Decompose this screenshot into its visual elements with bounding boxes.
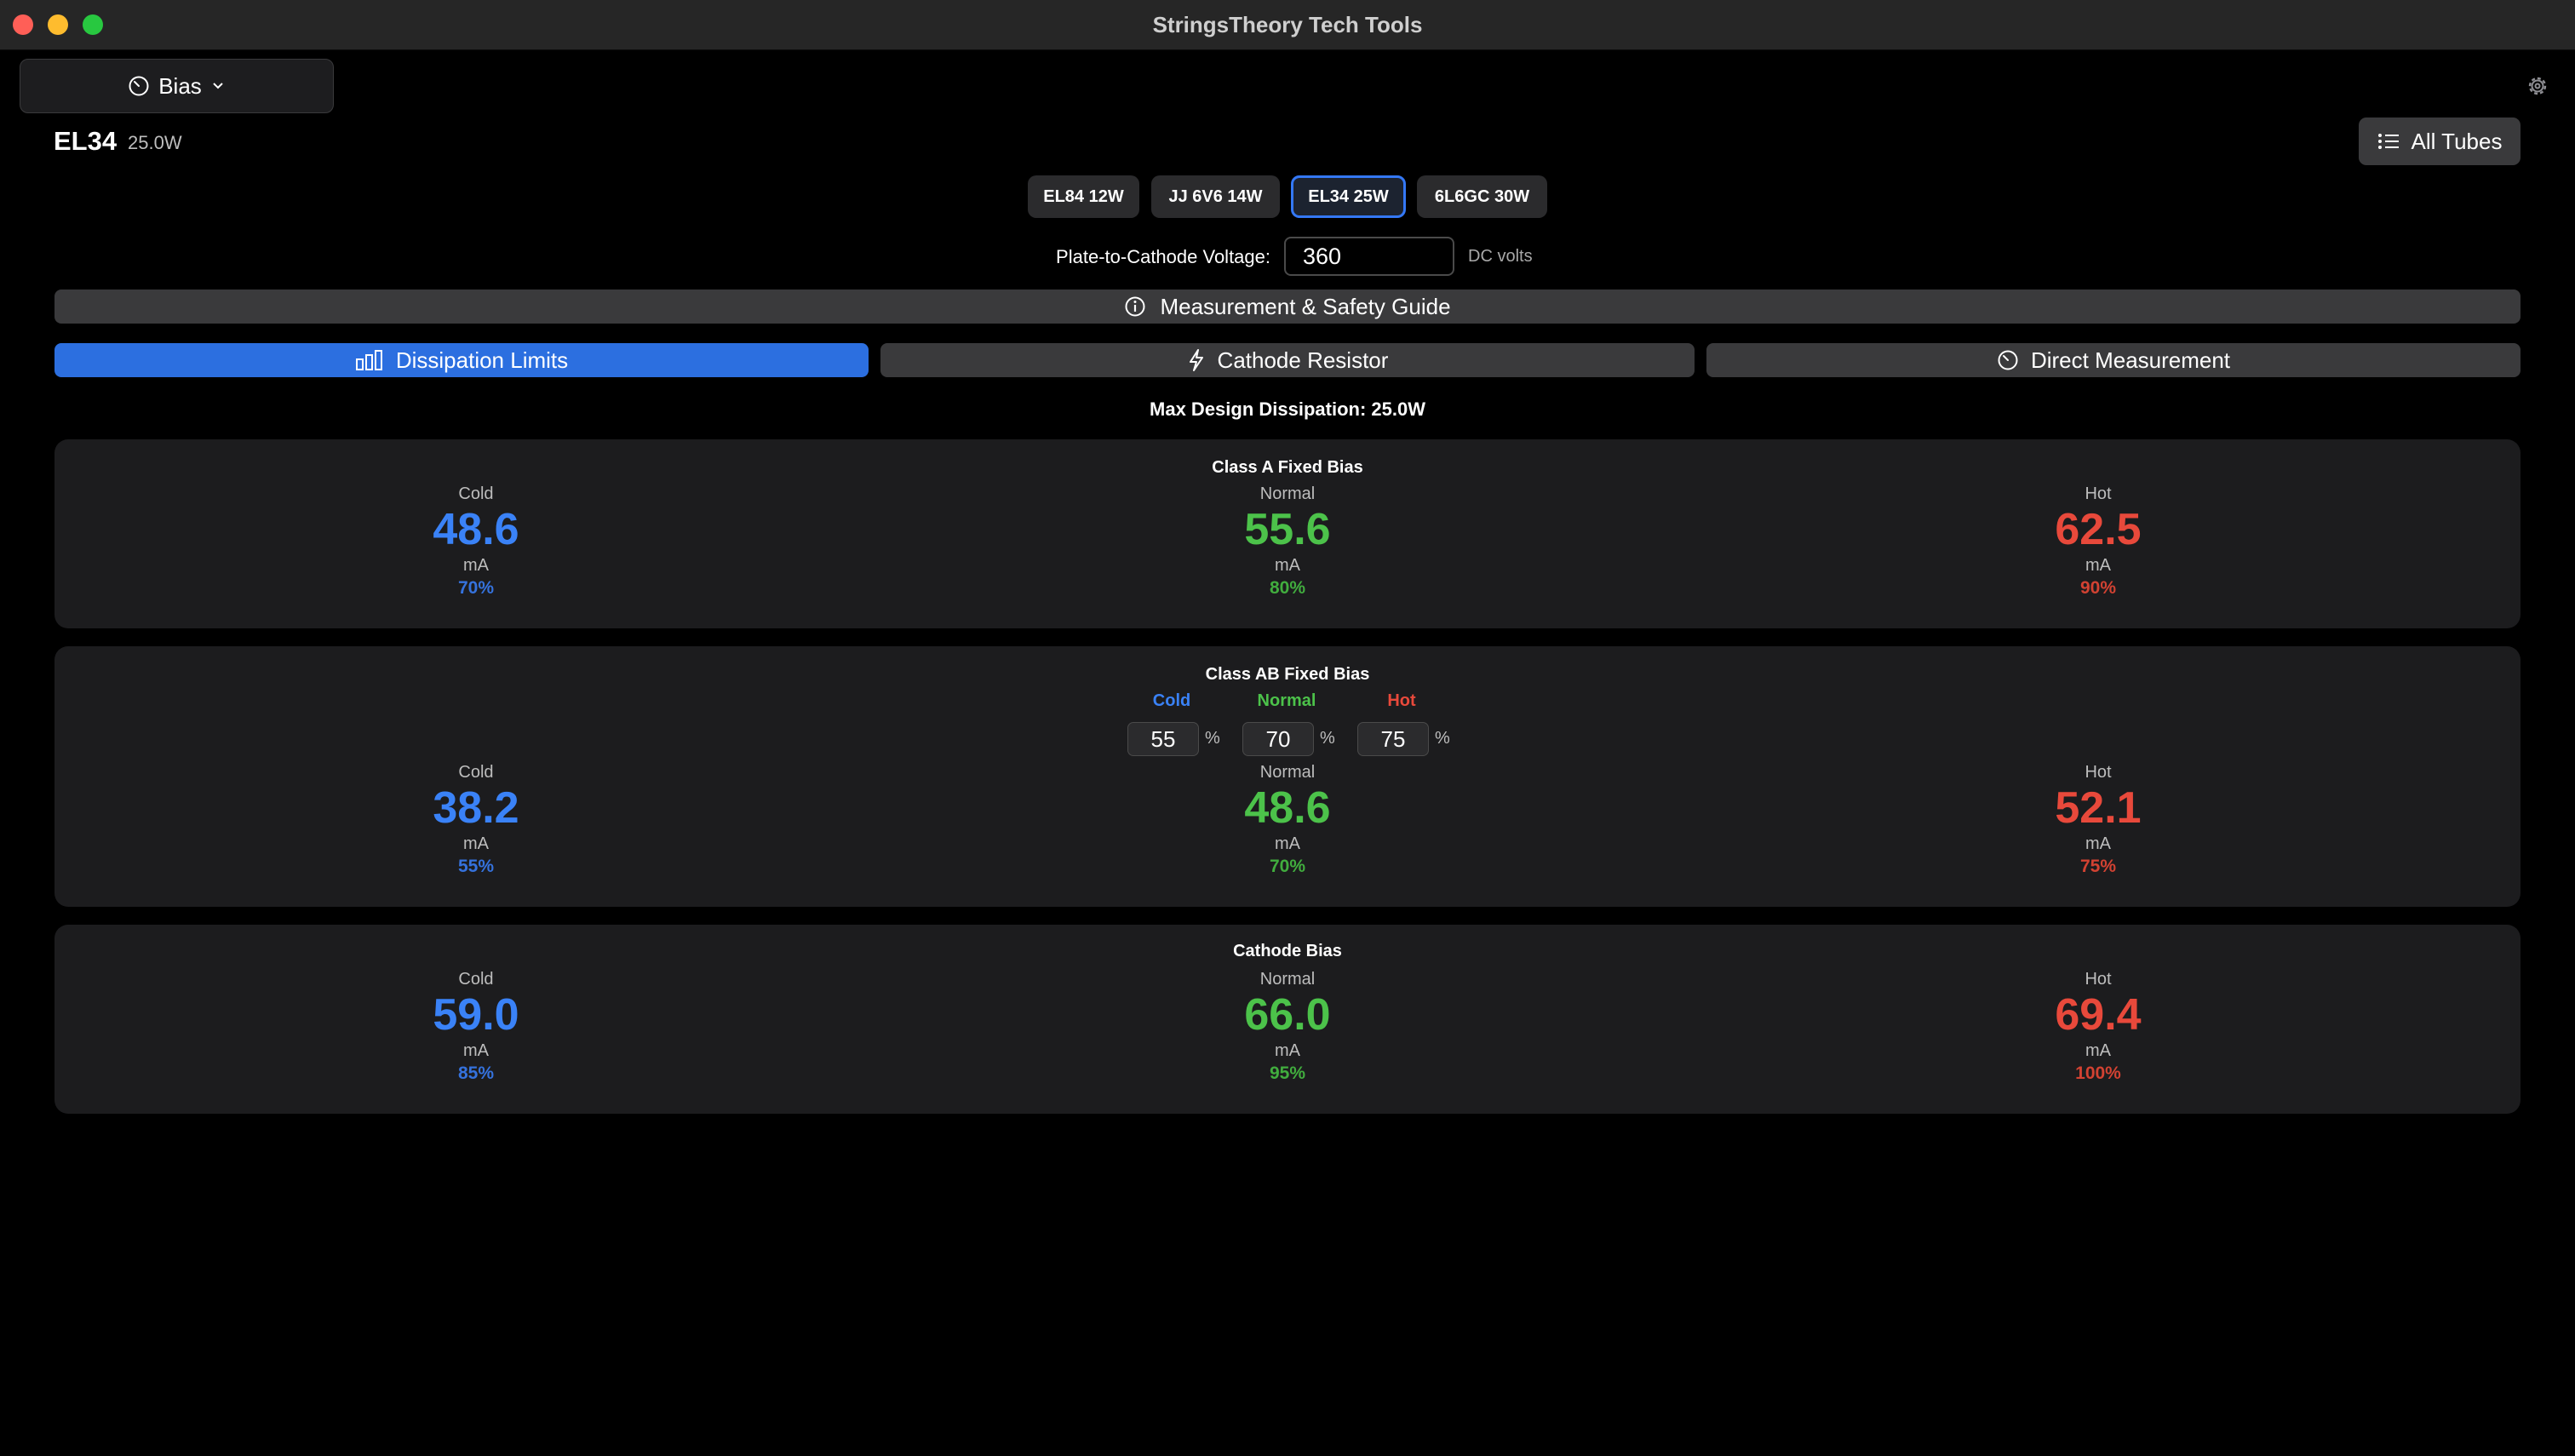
- info-icon: [1125, 296, 1145, 317]
- card-title: Cathode Bias: [1233, 942, 1342, 960]
- tube-chip-label: EL34 25W: [1308, 186, 1389, 206]
- voltage-label: Plate-to-Cathode Voltage:: [1056, 246, 1270, 267]
- cold-percent: 85%: [457, 1063, 495, 1083]
- voltage-unit: DC volts: [1468, 247, 1533, 266]
- all-tubes-label: All Tubes: [2411, 128, 2503, 154]
- normal-percent: 80%: [1269, 578, 1306, 598]
- hot-unit: mA: [2085, 1041, 2111, 1060]
- gauge-icon: [1998, 350, 2018, 370]
- normal-reading: Normal 55.6 mA 80%: [1117, 484, 1458, 601]
- percent-sign: %: [1205, 729, 1220, 748]
- cold-value: 59.0: [433, 990, 519, 1040]
- card-title: Class AB Fixed Bias: [1205, 665, 1370, 684]
- normal-reading: Normal 48.6 mA 70%: [1117, 762, 1458, 880]
- tube-chip-el34[interactable]: EL34 25W: [1291, 175, 1406, 218]
- tube-name: EL34: [54, 126, 118, 156]
- percent-sign: %: [1320, 729, 1335, 748]
- safety-guide-label: Measurement & Safety Guide: [1160, 293, 1451, 319]
- normal-percent: 70%: [1269, 857, 1306, 876]
- gauge-icon: [129, 76, 149, 96]
- tube-chip-label: JJ 6V6 14W: [1168, 186, 1263, 206]
- cold-value: 38.2: [433, 783, 519, 833]
- hot-percent: 90%: [2079, 578, 2117, 598]
- normal-value: 55.6: [1244, 505, 1331, 554]
- card-title: Class A Fixed Bias: [1212, 458, 1363, 477]
- cold-reading: Cold 59.0 mA 85%: [306, 969, 646, 1086]
- normal-unit: mA: [1275, 556, 1300, 575]
- class-a-card: Class A Fixed Bias Cold 48.6 mA 70% Norm…: [54, 439, 2521, 628]
- gear-icon[interactable]: [2524, 72, 2551, 100]
- all-tubes-button[interactable]: All Tubes: [2359, 118, 2521, 165]
- tab-label: Direct Measurement: [2030, 347, 2231, 373]
- tube-chip-6v6[interactable]: JJ 6V6 14W: [1151, 175, 1280, 218]
- cold-percent: 70%: [457, 578, 495, 598]
- cold-unit: mA: [463, 834, 489, 853]
- tab-cathode-resistor[interactable]: Cathode Resistor: [880, 343, 1695, 377]
- cold-reading: Cold 48.6 mA 70%: [306, 484, 646, 601]
- normal-label: Normal: [1259, 484, 1316, 503]
- list-icon: [2377, 134, 2399, 149]
- tab-dissipation-limits[interactable]: Dissipation Limits: [54, 343, 869, 377]
- hot-reading: Hot 52.1 mA 75%: [1928, 762, 2268, 880]
- mode-label: Bias: [158, 72, 202, 99]
- normal-reading: Normal 66.0 mA 95%: [1117, 969, 1458, 1086]
- hot-label: Hot: [2085, 484, 2112, 503]
- cold-percent: 55%: [457, 857, 495, 876]
- cold-unit: mA: [463, 556, 489, 575]
- hot-percent: 75%: [2079, 857, 2117, 876]
- normal-value: 66.0: [1244, 990, 1331, 1040]
- normal-value: 48.6: [1244, 783, 1331, 833]
- normal-label: Normal: [1259, 970, 1316, 989]
- normal-percent: 95%: [1269, 1063, 1306, 1083]
- cathode-bias-card: Cathode Bias Cold 59.0 mA 85% Normal 66.…: [54, 925, 2521, 1114]
- cold-percent-input[interactable]: 55: [1127, 722, 1199, 756]
- normal-percent-input[interactable]: 70: [1242, 722, 1314, 756]
- hot-percent-input[interactable]: 75: [1357, 722, 1429, 756]
- hot-reading: Hot 62.5 mA 90%: [1928, 484, 2268, 601]
- hot-percent: 100%: [2075, 1063, 2121, 1083]
- cold-unit: mA: [463, 1041, 489, 1060]
- tube-chip-label: 6L6GC 30W: [1434, 186, 1530, 206]
- normal-label: Normal: [1259, 763, 1316, 782]
- cold-label: Cold: [458, 484, 494, 503]
- hot-percent-label: Hot: [1387, 691, 1416, 710]
- hot-unit: mA: [2085, 834, 2111, 853]
- hot-value: 69.4: [2055, 990, 2142, 1040]
- voltage-input[interactable]: 360: [1284, 237, 1454, 276]
- tab-direct-measurement[interactable]: Direct Measurement: [1706, 343, 2521, 377]
- max-dissipation: Max Design Dissipation: 25.0W: [1150, 398, 1425, 420]
- cold-value: 48.6: [433, 505, 519, 554]
- bolt-icon: [1189, 349, 1203, 371]
- hot-value: 52.1: [2055, 783, 2142, 833]
- normal-unit: mA: [1275, 834, 1300, 853]
- mode-dropdown[interactable]: Bias: [20, 59, 334, 113]
- tab-label: Dissipation Limits: [395, 347, 569, 373]
- tube-chip-6l6gc[interactable]: 6L6GC 30W: [1417, 175, 1547, 218]
- bar-chart-icon: [355, 350, 382, 370]
- cold-reading: Cold 38.2 mA 55%: [306, 762, 646, 880]
- cold-label: Cold: [458, 763, 494, 782]
- normal-unit: mA: [1275, 1041, 1300, 1060]
- hot-unit: mA: [2085, 556, 2111, 575]
- class-ab-card: Class AB Fixed Bias Cold 38.2 mA 55% Nor…: [54, 646, 2521, 907]
- tube-chip-el84[interactable]: EL84 12W: [1028, 175, 1139, 218]
- hot-label: Hot: [2085, 763, 2112, 782]
- safety-guide-button[interactable]: Measurement & Safety Guide: [54, 289, 2521, 324]
- percent-sign: %: [1435, 729, 1450, 748]
- cold-label: Cold: [458, 970, 494, 989]
- hot-label: Hot: [2085, 970, 2112, 989]
- hot-reading: Hot 69.4 mA 100%: [1928, 969, 2268, 1086]
- normal-percent-label: Normal: [1257, 691, 1316, 710]
- hot-value: 62.5: [2055, 505, 2142, 554]
- chevron-down-icon: [213, 83, 223, 89]
- window-title: StringsTheory Tech Tools: [1152, 12, 1423, 37]
- tube-wattage: 25.0W: [128, 132, 182, 153]
- tube-chip-label: EL84 12W: [1043, 186, 1124, 206]
- cold-percent-label: Cold: [1152, 691, 1191, 710]
- tab-label: Cathode Resistor: [1217, 347, 1389, 373]
